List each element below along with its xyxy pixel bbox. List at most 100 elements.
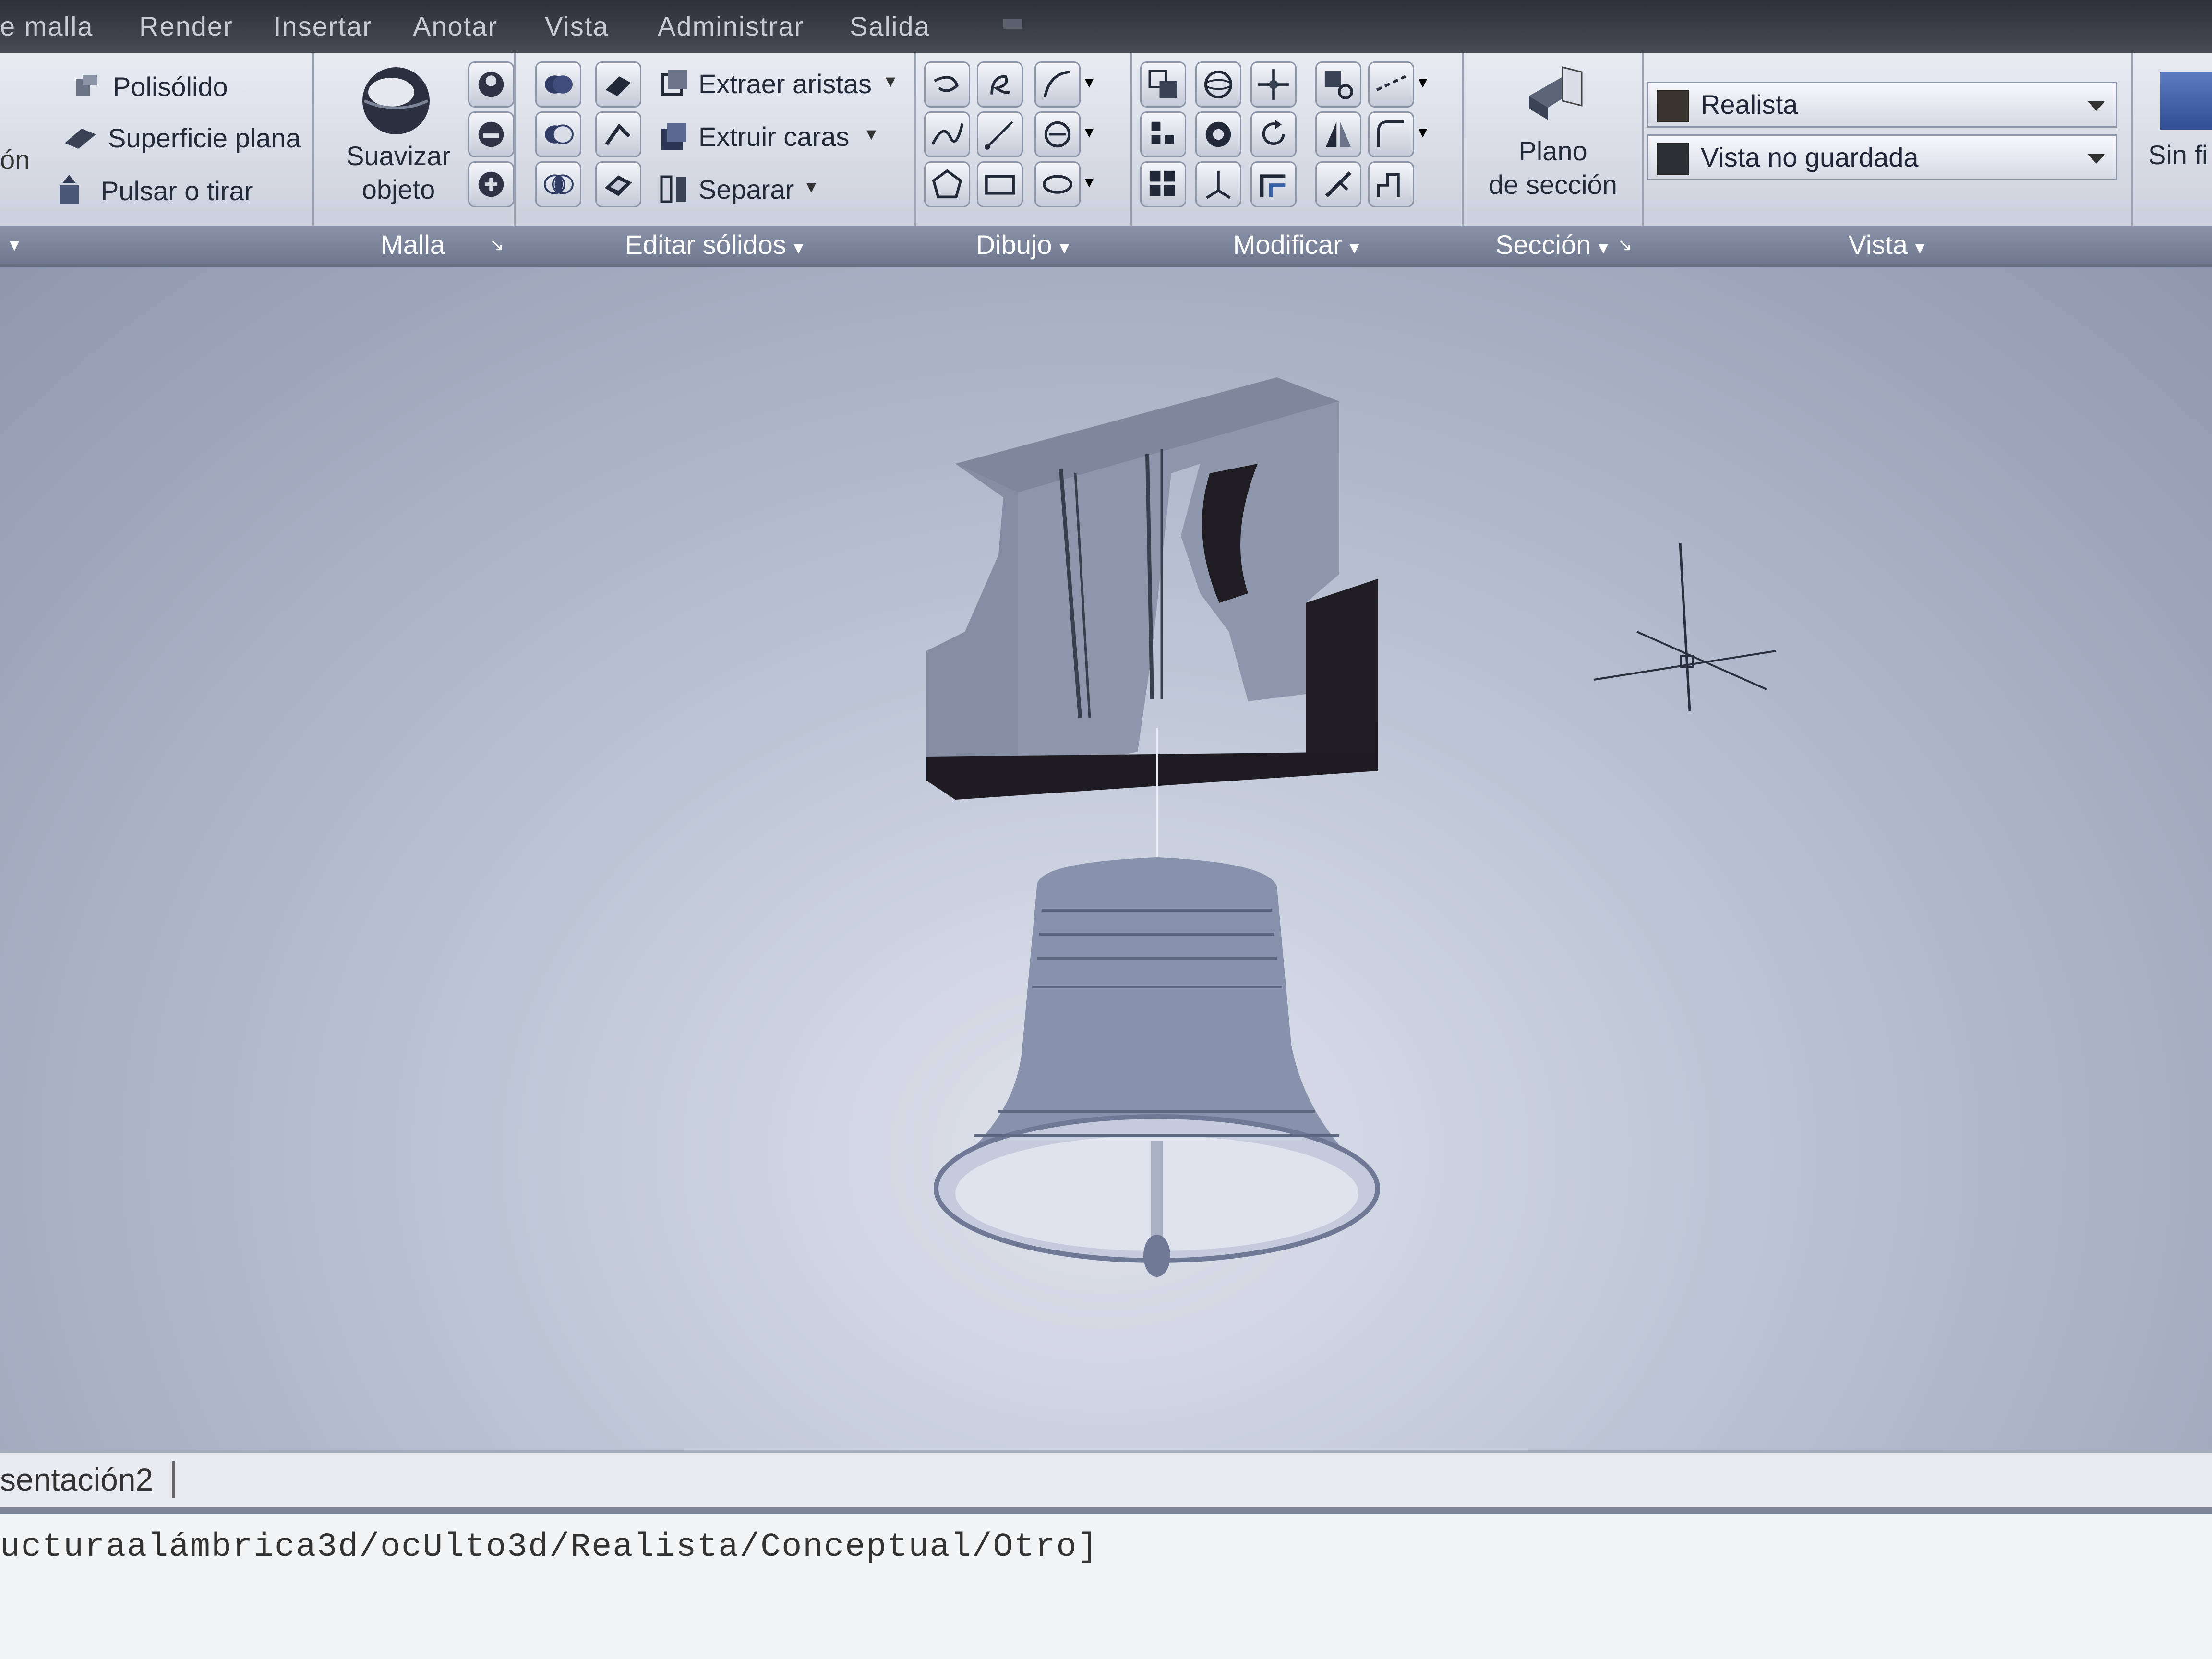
menu-tab-administrar[interactable]: Administrar: [658, 11, 804, 42]
extract-edges-button[interactable]: Extraer aristas: [698, 68, 872, 99]
panel-malla: Suavizar objeto Malla ↘: [312, 53, 516, 264]
chevron-down-icon[interactable]: ▾: [886, 70, 895, 92]
circle-icon[interactable]: [1034, 111, 1081, 157]
panel-title-modificar[interactable]: Modificar ▾: [1130, 226, 1462, 264]
panel-title-malla-label: Malla: [381, 229, 445, 260]
chevron-down-icon: [2088, 154, 2105, 164]
polysolid-icon: [72, 72, 101, 101]
layout-tab-presentacion2[interactable]: sentación2: [0, 1461, 175, 1498]
menu-tab-insertar[interactable]: Insertar: [274, 11, 373, 42]
intersect-icon[interactable]: [535, 161, 581, 207]
mirror-icon[interactable]: [1315, 111, 1361, 157]
extrude-faces-icon: [658, 119, 691, 153]
union-icon[interactable]: [535, 61, 581, 108]
material-icon: [2160, 72, 2212, 130]
panel-title-modelado[interactable]: ▾: [0, 226, 312, 264]
section-plane-icon: [1510, 62, 1591, 130]
extrude-face-icon[interactable]: [595, 111, 641, 157]
slice-icon[interactable]: [595, 61, 641, 108]
chevron-down-icon[interactable]: ▾: [806, 176, 816, 198]
mesh-refine-icon[interactable]: [468, 61, 514, 108]
panel-title-vista[interactable]: Vista ▾: [1642, 226, 2131, 264]
layout-tab-bar: sentación2: [0, 1450, 2212, 1510]
ellipse-icon[interactable]: [1034, 161, 1081, 207]
spline-icon[interactable]: [924, 111, 970, 157]
chevron-down-icon[interactable]: ▾: [866, 123, 876, 145]
bell-model[interactable]: [934, 857, 1380, 1277]
offset-icon[interactable]: [1250, 161, 1297, 207]
panel-launcher-icon[interactable]: ↘: [1618, 226, 1632, 264]
polysolid-button[interactable]: Polisólido: [113, 71, 228, 102]
ribbon-left-fragment: ón: [0, 144, 30, 175]
chevron-down-icon: ▾: [1598, 237, 1608, 258]
menu-tab-render[interactable]: Render: [139, 11, 233, 42]
panel-launcher-icon[interactable]: ↘: [490, 226, 504, 264]
scale-icon[interactable]: [1140, 61, 1186, 108]
stretch-icon[interactable]: [1368, 161, 1414, 207]
menu-tab-malla[interactable]: e malla: [0, 11, 94, 42]
planesurface-icon: [60, 124, 98, 153]
chevron-down-icon: ▾: [1915, 237, 1925, 258]
helix-icon[interactable]: [977, 61, 1023, 108]
chevron-down-icon[interactable]: ▾: [10, 226, 19, 264]
panel-title-dibujo[interactable]: Dibujo ▾: [914, 226, 1130, 264]
dashed-line-icon[interactable]: [1368, 61, 1414, 108]
presspull-button[interactable]: Pulsar o tirar: [101, 175, 253, 206]
chevron-down-icon: ▾: [793, 237, 804, 258]
panel-dibujo: ▾ ▾ ▾ Dibujo ▾: [914, 53, 1132, 264]
menu-tab-anotar[interactable]: Anotar: [413, 11, 498, 42]
shell-icon[interactable]: [595, 161, 641, 207]
chevron-down-icon[interactable]: ▾: [1419, 72, 1427, 92]
polyline-icon[interactable]: [924, 61, 970, 108]
smooth-object-button[interactable]: Suavizar objeto: [336, 139, 461, 206]
rotate-icon[interactable]: [1250, 111, 1297, 157]
panel-title-editar-solidos[interactable]: Editar sólidos ▾: [514, 226, 914, 264]
panel-title-editar-solidos-label: Editar sólidos: [625, 229, 786, 260]
separate-icon: [658, 172, 691, 205]
mesh-uncrease-icon[interactable]: [468, 161, 514, 207]
fillet-icon[interactable]: [1368, 111, 1414, 157]
polygon-icon[interactable]: [924, 161, 970, 207]
mesh-crease-icon[interactable]: [468, 111, 514, 157]
partial-right-label[interactable]: Sin fi: [2148, 139, 2208, 170]
named-view-dropdown[interactable]: Vista no guardada: [1647, 134, 2117, 180]
3d-rotate-icon[interactable]: [1195, 61, 1241, 108]
separate-button[interactable]: Separar: [698, 174, 794, 205]
rectangle-icon[interactable]: [977, 161, 1023, 207]
line-icon[interactable]: [977, 111, 1023, 157]
3d-align-icon[interactable]: [1315, 61, 1361, 108]
chevron-down-icon[interactable]: ▾: [1085, 122, 1094, 142]
3d-rotate-gizmo-icon[interactable]: [1195, 111, 1241, 157]
ribbon: ón Polisólido Superficie plana Pulsar o …: [0, 53, 2212, 267]
extrude-faces-button[interactable]: Extruir caras: [698, 121, 849, 152]
menu-tab-vista[interactable]: Vista: [545, 11, 609, 42]
ribbon-minimize-icon[interactable]: [1003, 19, 1022, 29]
yoke-model[interactable]: [926, 377, 1378, 800]
trim-icon[interactable]: [1315, 161, 1361, 207]
chevron-down-icon: ▾: [1349, 237, 1359, 258]
visual-style-dropdown[interactable]: Realista: [1647, 82, 2117, 128]
ucs-icon: [1593, 542, 1777, 711]
chevron-down-icon[interactable]: ▾: [1419, 122, 1427, 142]
chevron-down-icon[interactable]: ▾: [1085, 172, 1094, 192]
3d-array-icon[interactable]: [1140, 161, 1186, 207]
drawing-viewport[interactable]: [0, 267, 2212, 1450]
panel-partial-right: Sin fi: [2131, 53, 2212, 264]
visual-style-swatch: [1657, 90, 1689, 122]
menu-tab-salida[interactable]: Salida: [850, 11, 930, 42]
arc-icon[interactable]: [1034, 61, 1081, 108]
panel-title-modificar-label: Modificar: [1233, 229, 1342, 260]
planesurface-button[interactable]: Superficie plana: [108, 122, 301, 154]
array-icon[interactable]: [1140, 111, 1186, 157]
3d-move-icon[interactable]: [1250, 61, 1297, 108]
section-plane-button[interactable]: Plano de sección: [1471, 134, 1635, 202]
command-line[interactable]: ucturaalámbrica3d/ocUlto3d/Realista/Conc…: [0, 1507, 2212, 1659]
panel-title-partial: [2131, 226, 2212, 264]
panel-title-malla[interactable]: Malla ↘: [312, 226, 514, 264]
subtract-icon[interactable]: [535, 111, 581, 157]
3d-scale-icon[interactable]: [1195, 161, 1241, 207]
autocad-window: e malla Render Insertar Anotar Vista Adm…: [0, 0, 2212, 1659]
panel-title-seccion[interactable]: Sección ▾ ↘: [1462, 226, 1642, 264]
chevron-down-icon[interactable]: ▾: [1085, 72, 1094, 92]
presspull-icon: [53, 173, 91, 206]
